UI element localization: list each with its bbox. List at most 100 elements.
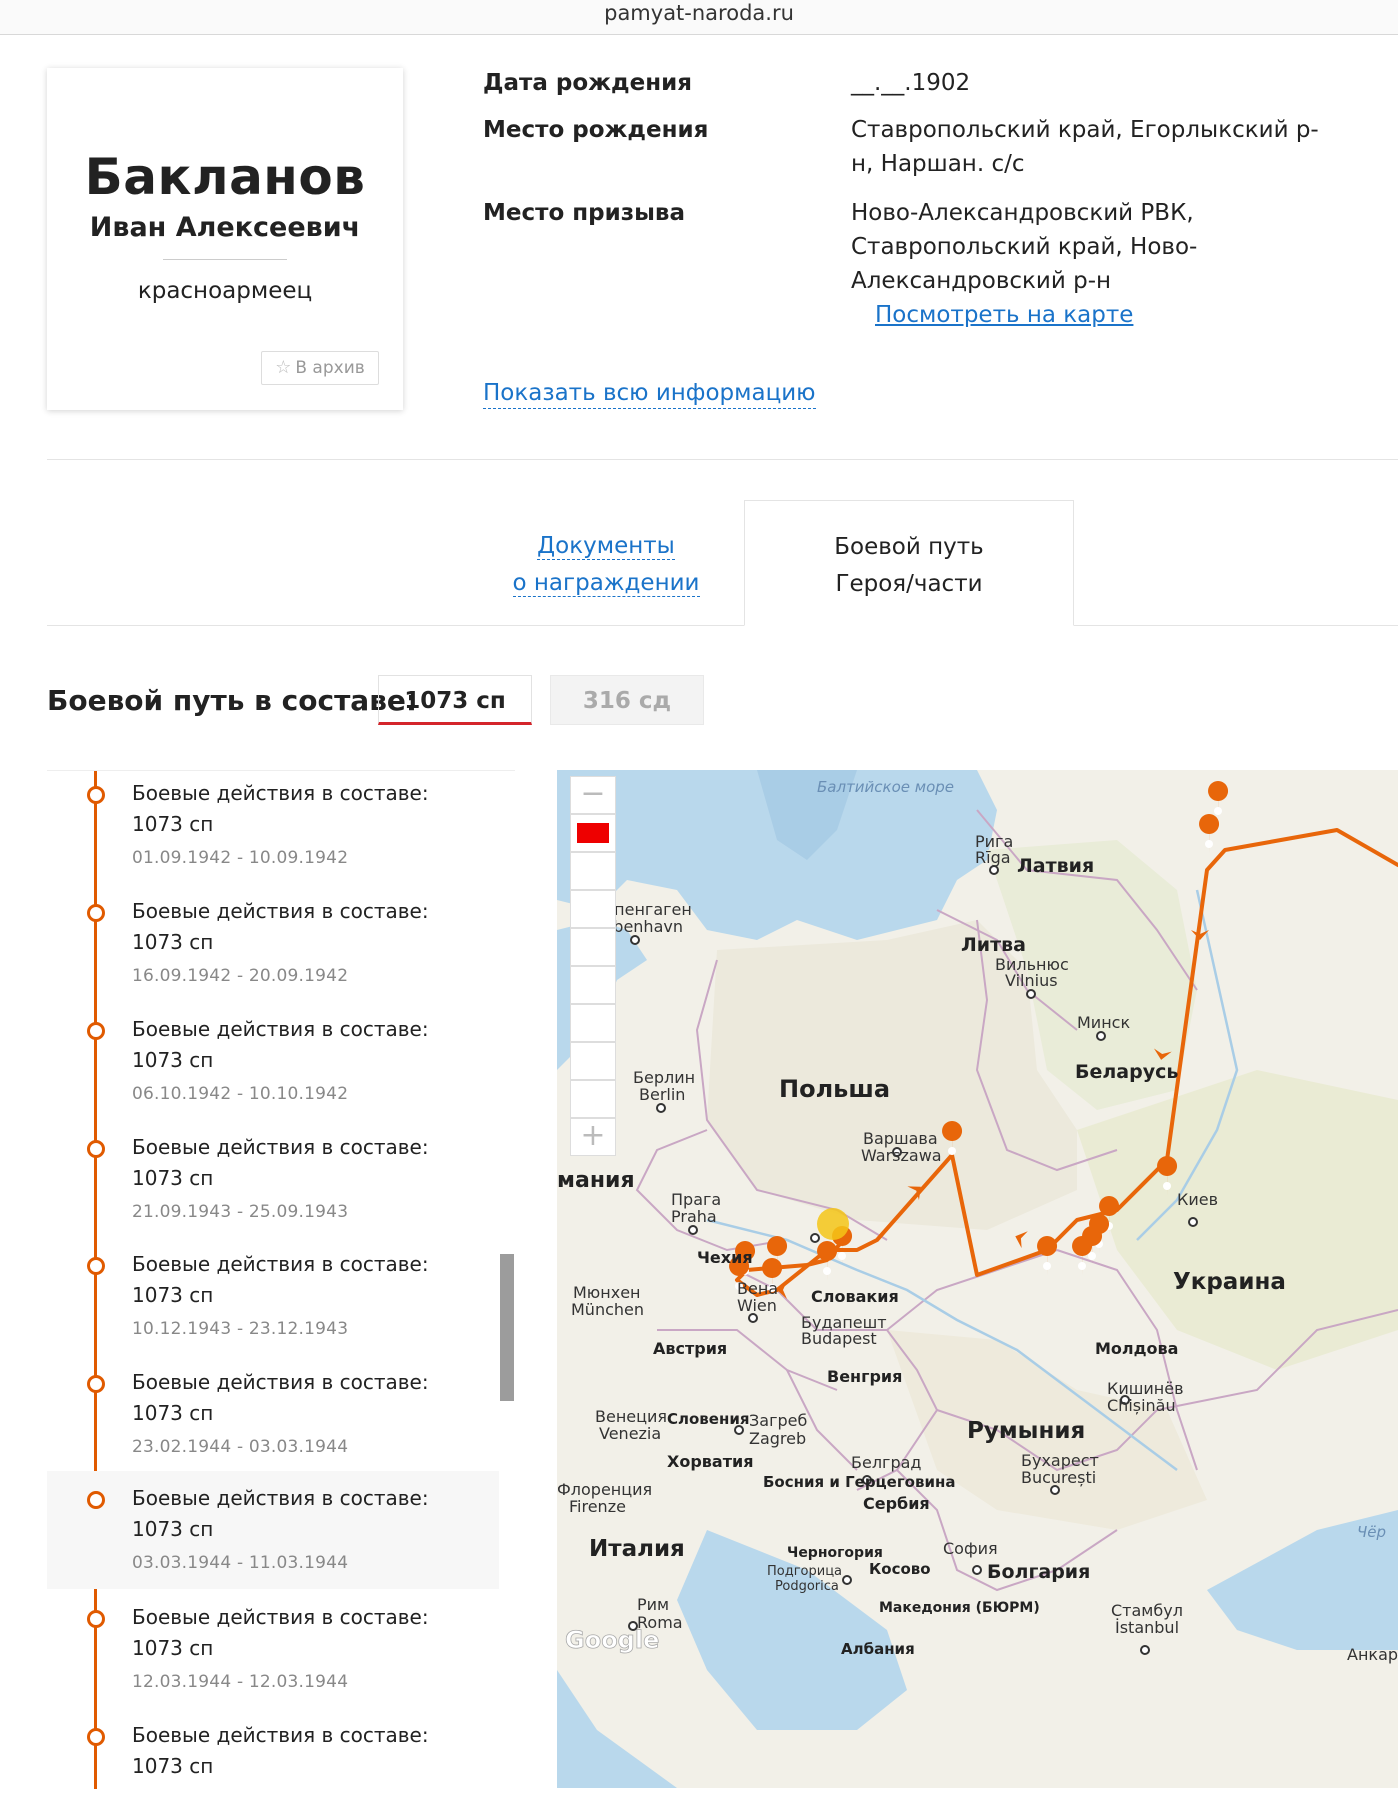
label-munich-local: München — [571, 1300, 644, 1319]
timeline-item-dates: 03.03.1944 - 11.03.1944 — [132, 1553, 349, 1573]
timeline-item-dates: 10.12.1943 - 23.12.1943 — [132, 1319, 349, 1339]
url-text: pamyat-naroda.ru — [604, 1, 794, 25]
timeline-item-title: Боевые действия в составе: 1073 сп — [132, 781, 429, 836]
timeline-item[interactable]: Боевые действия в составе: 1073 сп 23.02… — [47, 1363, 499, 1481]
timeline-scrollbar[interactable] — [500, 1254, 514, 1401]
timeline-dot-icon — [87, 904, 105, 922]
timeline-item-title: Боевые действия в составе: 1073 сп — [132, 1017, 429, 1072]
zoom-step[interactable] — [570, 1004, 616, 1042]
zoom-step[interactable] — [570, 1042, 616, 1080]
timeline-item-dates: 16.09.1942 - 20.09.1942 — [132, 966, 349, 986]
cluster-marker-icon — [817, 1208, 849, 1240]
combat-path-map[interactable]: Балтийское море Рига Rīga Латвия Копенга… — [557, 770, 1398, 1788]
timeline-item[interactable]: Боевые действия в составе: 1073 сп 06.10… — [47, 1010, 499, 1128]
label-istanbul-local: İstanbul — [1115, 1618, 1179, 1637]
zoom-in-button[interactable]: + — [570, 1118, 616, 1156]
tab-combat-path-line2: Героя/части — [835, 571, 983, 597]
label-ukraine: Украина — [1173, 1269, 1286, 1295]
timeline-item-dates: 23.02.1944 - 03.03.1944 — [132, 1437, 349, 1457]
label-bucharest-local: București — [1021, 1468, 1096, 1487]
tab-award-documents-line1: Документы — [537, 533, 675, 560]
zoom-step[interactable] — [570, 928, 616, 966]
draft-place-text: Ново-Александровский РВК, Ставропольский… — [851, 200, 1198, 294]
unit-tab-1073[interactable]: 1073 сп — [378, 675, 532, 725]
timeline-item[interactable]: Боевые действия в составе: 1073 сп 12.03… — [47, 1598, 499, 1716]
label-slovenia: Словения — [667, 1410, 749, 1428]
show-all-info-link[interactable]: Показать всю информацию — [483, 378, 816, 409]
view-on-map-link[interactable]: Посмотреть на карте — [875, 302, 1133, 328]
label-budapest-local: Budapest — [801, 1329, 877, 1348]
timeline-item-title: Боевые действия в составе: 1073 сп — [132, 1370, 429, 1425]
timeline-item[interactable]: Боевые действия в составе: 1073 сп 16.09… — [47, 892, 499, 1010]
timeline-item-title: Боевые действия в составе: 1073 сп — [132, 1252, 429, 1307]
label-albania: Албания — [841, 1640, 915, 1658]
label-croatia: Хорватия — [667, 1452, 753, 1471]
label-bulgaria: Болгария — [987, 1561, 1090, 1583]
zoom-level-indicator[interactable] — [570, 814, 616, 852]
map-canvas[interactable]: Балтийское море Рига Rīga Латвия Копенга… — [557, 770, 1398, 1788]
label-italy: Италия — [589, 1536, 685, 1562]
timeline-item-title: Боевые действия в составе: 1073 сп — [132, 899, 429, 954]
zoom-out-button[interactable]: − — [570, 776, 616, 814]
label-ankara: Анкара — [1347, 1645, 1398, 1664]
label-zagreb-local: Zagreb — [749, 1429, 806, 1448]
label-warsaw-local: Warszawa — [861, 1146, 942, 1165]
label-sofia: София — [943, 1539, 998, 1558]
timeline-dot-icon — [87, 1375, 105, 1393]
tab-combat-path[interactable]: Боевой путь Героя/части — [744, 500, 1074, 626]
timeline-dot-icon — [87, 786, 105, 804]
person-card: Бакланов Иван Алексеевич красноармеец ☆ В… — [47, 68, 403, 410]
archive-button-label: В архив — [295, 358, 365, 378]
timeline-dot-icon — [87, 1257, 105, 1275]
label-kosovo: Косово — [869, 1560, 931, 1578]
timeline-item-highlighted[interactable]: Боевые действия в составе: 1073 сп 03.03… — [47, 1471, 499, 1589]
combat-timeline[interactable]: Боевые действия в составе: 1073 сп 01.09… — [47, 770, 515, 1789]
timeline-item-dates: 21.09.1943 - 25.09.1943 — [132, 1202, 349, 1222]
timeline-dot-icon — [87, 1610, 105, 1628]
label-austria: Австрия — [653, 1339, 727, 1358]
timeline-item[interactable]: Боевые действия в составе: 1073 сп 21.09… — [47, 1128, 499, 1246]
tab-award-documents-line2: о награждении — [512, 570, 700, 597]
timeline-item[interactable]: Боевые действия в составе: 1073 сп 01.09… — [47, 774, 499, 892]
unit-tab-316[interactable]: 316 сд — [550, 675, 704, 725]
timeline-dot-icon — [87, 1728, 105, 1746]
tyrrhenian-sea — [557, 1670, 677, 1788]
combat-path-title: Боевой путь в составе: — [47, 684, 418, 717]
label-serbia: Сербия — [863, 1494, 930, 1513]
timeline-item[interactable]: Боевые действия в составе: 1073 сп 10.12… — [47, 1245, 499, 1363]
timeline-dot-icon — [87, 1491, 105, 1509]
google-logo: Google — [565, 1626, 659, 1654]
label-venice-local: Venezia — [599, 1424, 661, 1443]
label-chisinau-local: Chișinău — [1107, 1396, 1176, 1415]
zoom-step[interactable] — [570, 890, 616, 928]
info-fade — [483, 332, 1383, 362]
label-moldova: Молдова — [1095, 1339, 1178, 1358]
label-belgrade: Белград — [851, 1453, 921, 1472]
timeline-item-dates: 01.09.1942 - 10.09.1942 — [132, 848, 349, 868]
label-montenegro: Черногория — [787, 1545, 883, 1561]
timeline-item-title: Боевые действия в составе: 1073 сп — [132, 1486, 429, 1541]
timeline-dot-icon — [87, 1022, 105, 1040]
zoom-step[interactable] — [570, 966, 616, 1004]
birth-place-value: Ставропольский край, Егорлыкский р-н, На… — [851, 117, 1319, 177]
browser-url-bar[interactable]: pamyat-naroda.ru — [0, 0, 1398, 35]
zoom-step[interactable] — [570, 852, 616, 890]
record-tabs: Документы о награждении Боевой путь Геро… — [47, 500, 1398, 626]
label-vienna-local: Wien — [737, 1296, 777, 1315]
label-podgorica-local: Podgorica — [775, 1579, 839, 1594]
tab-award-documents[interactable]: Документы о награждении — [425, 500, 787, 626]
zoom-current-mark — [577, 823, 609, 843]
person-info: Дата рождения __.__.1902 Место рождения … — [483, 66, 1383, 356]
star-icon: ☆ — [275, 357, 292, 378]
label-hungary: Венгрия — [827, 1367, 902, 1386]
birth-date-value: __.__.1902 — [851, 70, 971, 96]
timeline-item-dates: 06.10.1942 - 10.10.1942 — [132, 1084, 349, 1104]
add-to-archive-button[interactable]: ☆ В архив — [261, 351, 379, 385]
label-berlin-local: Berlin — [639, 1085, 685, 1104]
label-kiev: Киев — [1177, 1190, 1218, 1209]
zoom-step[interactable] — [570, 1080, 616, 1118]
label-zagreb: Загреб — [749, 1411, 807, 1430]
label-belarus: Беларусь — [1075, 1061, 1178, 1083]
timeline-item[interactable]: Боевые действия в составе: 1073 сп — [47, 1716, 499, 1789]
label-macedonia: Македония (БЮРМ) — [879, 1600, 1040, 1616]
